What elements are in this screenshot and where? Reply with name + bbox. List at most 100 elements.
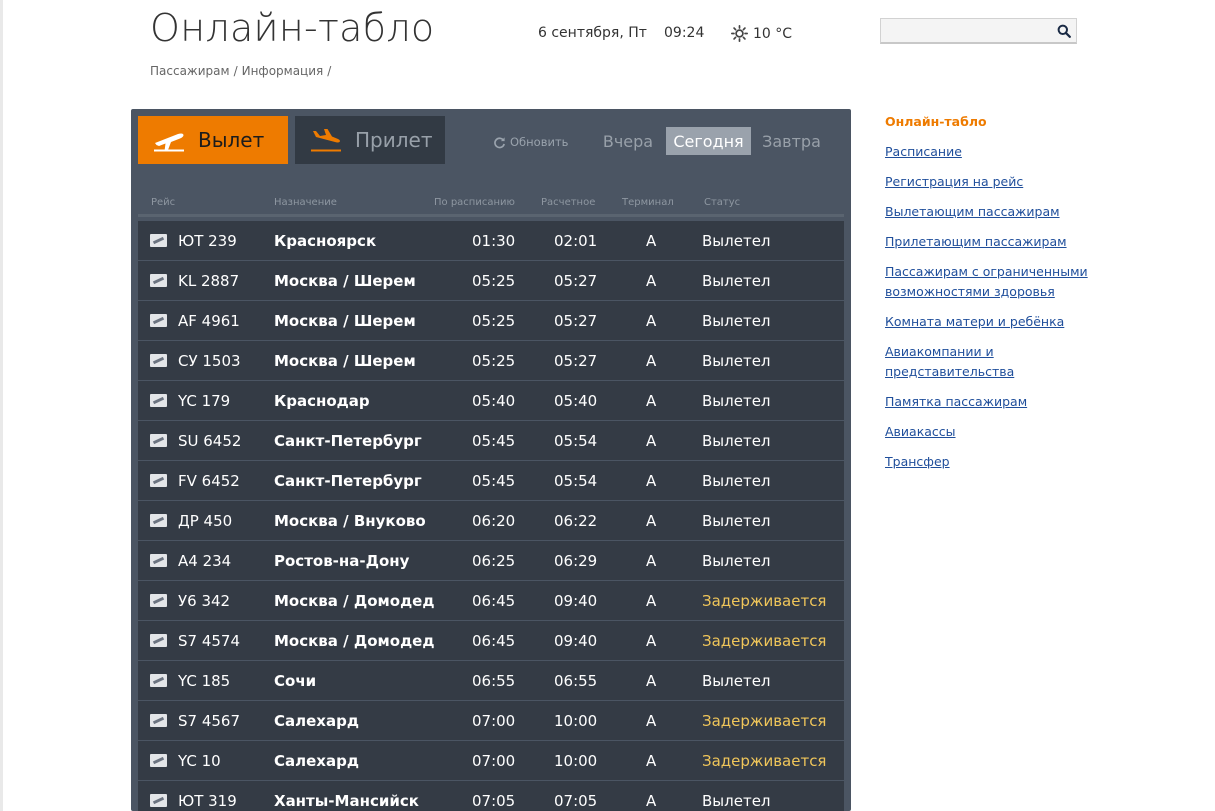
flight-row[interactable]: S7 4574 Москва / Домодед 06:45 09:40 A Задерж… (138, 621, 844, 661)
flight-destination: Москва / Шерем (274, 312, 416, 330)
flight-row[interactable]: SU 6452 Санкт-Петербург 05:45 05:54 A Вылетел (138, 421, 844, 461)
column-estimated: Расчетное (541, 197, 596, 208)
flight-row[interactable]: YC 10 Салехард 07:00 10:00 A Задерживается (138, 741, 844, 781)
flight-number: S7 4574 (178, 632, 241, 650)
flight-destination: Красноярск (274, 232, 377, 250)
airline-logo-icon (150, 314, 167, 327)
flight-terminal: A (646, 432, 657, 450)
flight-destination: Москва / Домодед (274, 592, 435, 610)
flight-row[interactable]: AF 4961 Москва / Шерем 05:25 05:27 A Вылетел (138, 301, 844, 341)
flight-estimated-time: 02:01 (554, 232, 598, 250)
sun-icon (731, 25, 748, 42)
flight-status: Вылетел (702, 312, 771, 330)
flight-scheduled-time: 07:00 (472, 752, 516, 770)
flight-terminal: A (646, 752, 657, 770)
flight-number: ДР 450 (178, 512, 233, 530)
flight-terminal: A (646, 672, 657, 690)
sidebar-item-airlines[interactable]: Авиакомпании и представительства (885, 342, 1105, 382)
airline-logo-icon (150, 474, 167, 487)
flight-destination: Москва / Шерем (274, 352, 416, 370)
flight-row[interactable]: ЮТ 239 Красноярск 01:30 02:01 A Вылетел (138, 221, 844, 261)
flight-estimated-time: 10:00 (554, 752, 598, 770)
page-title: Онлайн-табло (150, 6, 435, 50)
flight-destination: Санкт-Петербург (274, 472, 422, 490)
flight-number: У6 342 (178, 592, 231, 610)
airline-logo-icon (150, 634, 167, 647)
sidebar-item-checkin[interactable]: Регистрация на рейс (885, 172, 1105, 192)
flight-row[interactable]: YC 185 Сочи 06:55 06:55 A Вылетел (138, 661, 844, 701)
flight-estimated-time: 06:22 (554, 512, 598, 530)
flight-terminal: A (646, 512, 657, 530)
flight-terminal: A (646, 392, 657, 410)
breadcrumb-passengers[interactable]: Пассажирам (150, 64, 230, 78)
airline-logo-icon (150, 394, 167, 407)
sidebar-item-mother-child-room[interactable]: Комната матери и ребёнка (885, 312, 1105, 332)
flight-row[interactable]: СУ 1503 Москва / Шерем 05:25 05:27 A Вылетел (138, 341, 844, 381)
column-status: Статус (704, 197, 741, 208)
sidebar-item-departing[interactable]: Вылетающим пассажирам (885, 202, 1105, 222)
flight-status: Вылетел (702, 352, 771, 370)
sidebar-item-schedule[interactable]: Расписание (885, 142, 1105, 162)
flight-row[interactable]: YC 179 Краснодар 05:40 05:40 A Вылетел (138, 381, 844, 421)
flight-estimated-time: 06:55 (554, 672, 598, 690)
flight-scheduled-time: 01:30 (472, 232, 516, 250)
sidebar-item-ticket-offices[interactable]: Авиакассы (885, 422, 1105, 442)
airline-logo-icon (150, 514, 167, 527)
flight-number: ЮТ 239 (178, 232, 237, 250)
flight-scheduled-time: 05:45 (472, 472, 516, 490)
temperature: 10 °C (753, 25, 793, 42)
flight-row[interactable]: KL 2887 Москва / Шерем 05:25 05:27 A Вылетел (138, 261, 844, 301)
sidebar-item-arriving[interactable]: Прилетающим пассажирам (885, 232, 1105, 252)
flight-number: ЮТ 319 (178, 792, 237, 810)
search-icon[interactable] (1057, 24, 1071, 38)
flight-terminal: A (646, 232, 657, 250)
flight-estimated-time: 06:29 (554, 552, 598, 570)
flight-scheduled-time: 07:00 (472, 712, 516, 730)
flight-terminal: A (646, 272, 657, 290)
tab-departure[interactable]: Вылет (138, 116, 288, 164)
flight-status: Вылетел (702, 552, 771, 570)
tab-arrival[interactable]: Прилет (295, 116, 445, 164)
sidebar-item-memo[interactable]: Памятка пассажирам (885, 392, 1105, 412)
day-tomorrow[interactable]: Завтра (755, 127, 828, 155)
day-today[interactable]: Сегодня (666, 127, 751, 155)
sidebar-item-online-board[interactable]: Онлайн-табло (885, 112, 1105, 132)
flight-status: Вылетел (702, 432, 771, 450)
flight-row[interactable]: У6 342 Москва / Домодед 06:45 09:40 A Задержи… (138, 581, 844, 621)
flight-scheduled-time: 05:40 (472, 392, 516, 410)
flight-row[interactable]: ДР 450 Москва / Внуково 06:20 06:22 A Вылетел (138, 501, 844, 541)
refresh-button[interactable]: Обновить (493, 135, 568, 149)
breadcrumb-separator: / (233, 64, 238, 78)
tab-arrival-label: Прилет (355, 128, 433, 152)
column-headers: Рейс Назначение По расписанию Расчетное … (131, 197, 851, 211)
flight-number: KL 2887 (178, 272, 240, 290)
search-input[interactable] (881, 19, 1046, 41)
flight-destination: Ростов-на-Дону (274, 552, 410, 570)
flight-row[interactable]: FV 6452 Санкт-Петербург 05:45 05:54 A Вылетел (138, 461, 844, 501)
flight-estimated-time: 05:40 (554, 392, 598, 410)
airline-logo-icon (150, 434, 167, 447)
breadcrumb-information[interactable]: Информация (242, 64, 324, 78)
flight-number: YC 179 (178, 392, 231, 410)
flight-row[interactable]: A4 234 Ростов-на-Дону 06:25 06:29 A Вылетел (138, 541, 844, 581)
sidebar-item-transfer[interactable]: Трансфер (885, 452, 1105, 472)
header-date: 6 сентября, Пт (538, 25, 647, 41)
flight-scheduled-time: 05:45 (472, 432, 516, 450)
flight-status: Вылетел (702, 272, 771, 290)
header-time: 09:24 (664, 25, 705, 41)
flight-terminal: A (646, 632, 657, 650)
flight-destination: Ханты-Мансийск (274, 792, 419, 810)
flight-scheduled-time: 06:45 (472, 592, 516, 610)
flight-list: ЮТ 239 Красноярск 01:30 02:01 A Вылетел KL 288… (138, 221, 844, 811)
flight-scheduled-time: 05:25 (472, 312, 516, 330)
day-yesterday[interactable]: Вчера (594, 127, 662, 155)
flight-row[interactable]: ЮТ 319 Ханты-Мансийск 07:05 07:05 A Вылетел (138, 781, 844, 811)
column-terminal: Терминал (622, 197, 674, 208)
breadcrumb-separator: / (327, 64, 332, 78)
sidebar-item-limited-mobility[interactable]: Пассажирам с ограниченными возможностями… (885, 262, 1105, 302)
airline-logo-icon (150, 594, 167, 607)
flight-status: Задерживается (702, 632, 827, 650)
airline-logo-icon (150, 274, 167, 287)
flight-row[interactable]: S7 4567 Салехард 07:00 10:00 A Задерживается (138, 701, 844, 741)
airline-logo-icon (150, 354, 167, 367)
